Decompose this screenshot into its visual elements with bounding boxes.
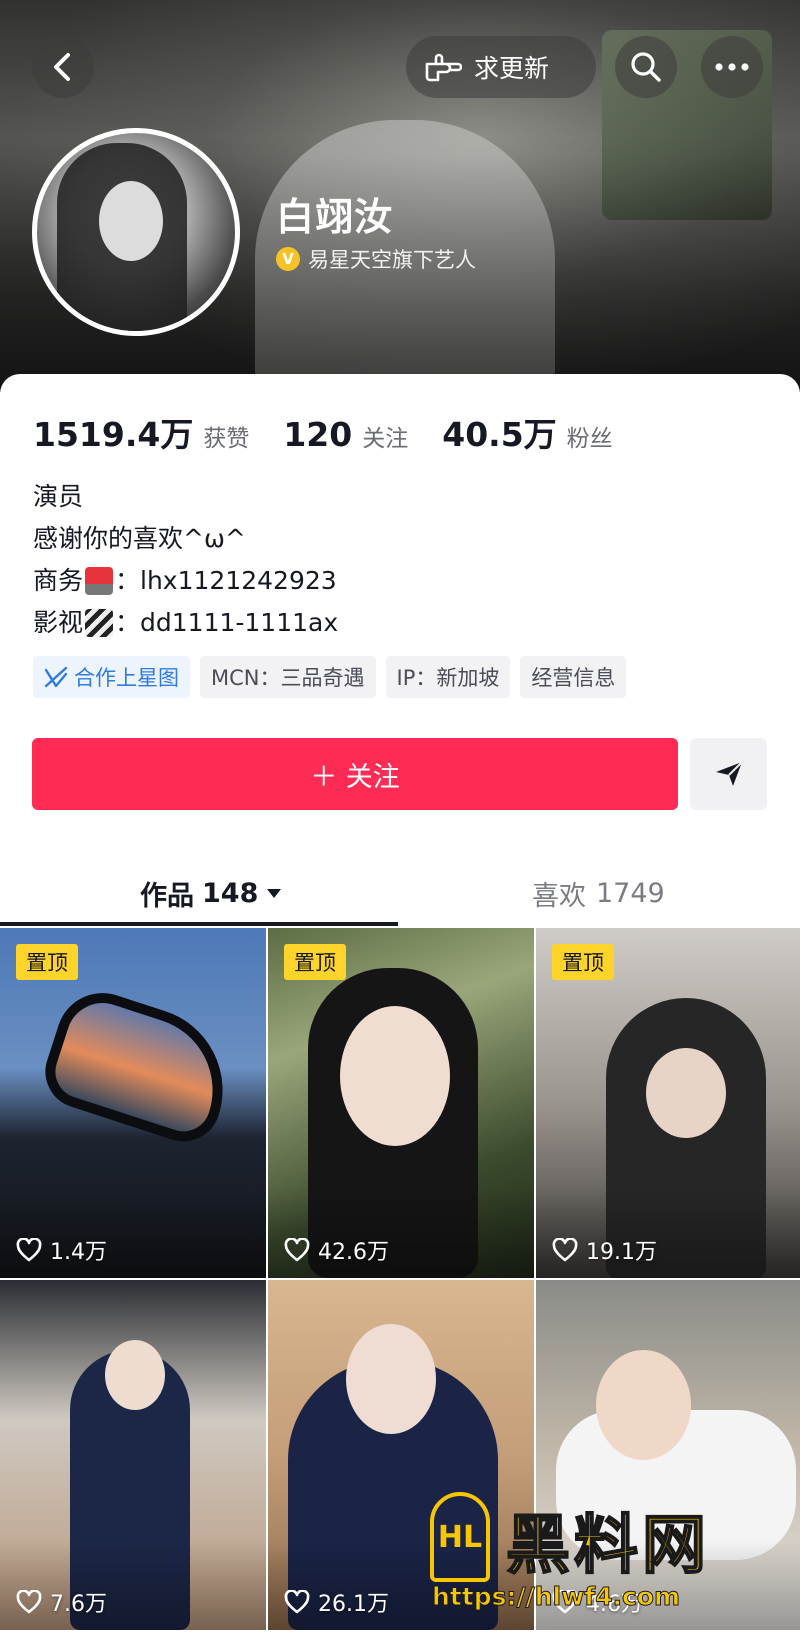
mailbox-icon: [85, 567, 114, 595]
follow-button[interactable]: ＋ 关注: [32, 738, 678, 810]
stat-likes-count: 1519.4万: [33, 415, 194, 454]
stat-likes-label: 获赞: [203, 426, 250, 452]
chevron-left-icon: [54, 53, 70, 81]
video-thumbnail[interactable]: 置顶 19.1万: [536, 928, 800, 1278]
message-button[interactable]: [690, 738, 767, 810]
heart-icon: [16, 1590, 42, 1614]
pointing-hand-icon: [425, 53, 462, 82]
video-like-count: 42.6万: [284, 1234, 389, 1266]
profile-bio: 演员 感谢你的喜欢^ω^ 商务 ：lhx1121242923 影视 ：dd111…: [33, 476, 338, 644]
request-update-label: 求更新: [474, 54, 550, 83]
avatar[interactable]: [32, 128, 240, 336]
stat-following[interactable]: 120 关注: [283, 415, 408, 454]
content-tabs: 作品 148 喜欢 1749: [0, 860, 800, 926]
heart-icon: [284, 1590, 310, 1614]
heart-icon: [284, 1238, 310, 1262]
caret-down-icon: [267, 889, 282, 898]
stat-following-label: 关注: [362, 426, 409, 452]
stat-followers-count: 40.5万: [442, 415, 557, 454]
more-dots-icon: [715, 63, 749, 71]
bio-line: 感谢你的喜欢^ω^: [33, 524, 246, 553]
tag-mcn[interactable]: MCN：三品奇遇: [200, 656, 376, 698]
verification-text: 易星天空旗下艺人: [308, 248, 476, 272]
watermark-url: https://hlwf4.com: [431, 1582, 681, 1612]
clapperboard-icon: [85, 609, 114, 637]
send-icon: [715, 761, 743, 786]
tag-ip[interactable]: IP：新加坡: [385, 656, 511, 698]
tab-works-count: 148: [202, 877, 259, 909]
tab-likes-label: 喜欢: [532, 880, 586, 912]
back-button[interactable]: [32, 36, 94, 98]
verification-line[interactable]: V 易星天空旗下艺人: [276, 244, 476, 274]
verified-badge-icon: V: [276, 247, 300, 271]
video-thumbnail[interactable]: 7.6万: [0, 1280, 266, 1630]
tab-works-label: 作品: [140, 880, 194, 912]
stat-followers-label: 粉丝: [566, 426, 613, 452]
video-thumbnail[interactable]: 置顶 1.4万: [0, 928, 266, 1278]
profile-stats: 1519.4万 获赞 120 关注 40.5万 粉丝: [33, 408, 647, 456]
more-button[interactable]: [701, 36, 763, 98]
pinned-badge: 置顶: [284, 944, 346, 980]
tab-likes[interactable]: 喜欢 1749: [532, 860, 665, 926]
video-like-text: 42.6万: [318, 1240, 389, 1265]
stat-followers[interactable]: 40.5万 粉丝: [442, 408, 612, 456]
video-like-count: 1.4万: [16, 1234, 107, 1266]
video-like-count: 26.1万: [284, 1586, 389, 1618]
site-watermark: HL 黑料网 https://hlwf4.com: [430, 1492, 770, 1612]
bio-business-label: 商务: [33, 566, 84, 595]
bio-film-value: ：dd1111-1111ax: [115, 608, 339, 637]
pinned-badge: 置顶: [552, 944, 614, 980]
pinned-badge: 置顶: [16, 944, 78, 980]
tab-likes-count: 1749: [596, 877, 665, 909]
bio-business-line: 商务 ：lhx1121242923: [33, 560, 338, 602]
star-map-icon: [44, 666, 68, 688]
bio-line: 演员: [33, 482, 84, 511]
bio-film-label: 影视: [33, 608, 84, 637]
profile-tags: 合作上星图 MCN：三品奇遇 IP：新加坡 经营信息: [33, 656, 627, 698]
heart-icon: [552, 1238, 578, 1262]
video-like-count: 7.6万: [16, 1586, 107, 1618]
video-like-text: 26.1万: [318, 1592, 389, 1617]
watermark-logo: HL: [430, 1492, 490, 1582]
profile-name: 白翊汝: [276, 195, 394, 239]
search-button[interactable]: [615, 36, 677, 98]
tag-business-info[interactable]: 经营信息: [520, 656, 627, 698]
follow-button-label: ＋ 关注: [310, 761, 400, 793]
request-update-button[interactable]: 求更新: [406, 36, 596, 98]
tag-star-map-label: 合作上星图: [74, 666, 179, 690]
tab-works[interactable]: 作品 148: [140, 860, 282, 926]
heart-icon: [16, 1238, 42, 1262]
video-like-text: 7.6万: [50, 1592, 107, 1617]
bio-business-value: ：lhx1121242923: [115, 566, 337, 595]
stat-following-count: 120: [283, 415, 353, 454]
video-like-count: 19.1万: [552, 1234, 657, 1266]
watermark-title: 黑料网: [505, 1508, 710, 1584]
video-thumbnail[interactable]: 置顶 42.6万: [268, 928, 534, 1278]
video-like-text: 19.1万: [586, 1240, 657, 1265]
tag-star-map[interactable]: 合作上星图: [33, 656, 190, 698]
bio-film-line: 影视 ：dd1111-1111ax: [33, 602, 338, 644]
search-icon: [631, 52, 661, 82]
tab-active-indicator: [0, 922, 398, 926]
stat-likes[interactable]: 1519.4万 获赞: [33, 408, 249, 456]
video-like-text: 1.4万: [50, 1240, 107, 1265]
